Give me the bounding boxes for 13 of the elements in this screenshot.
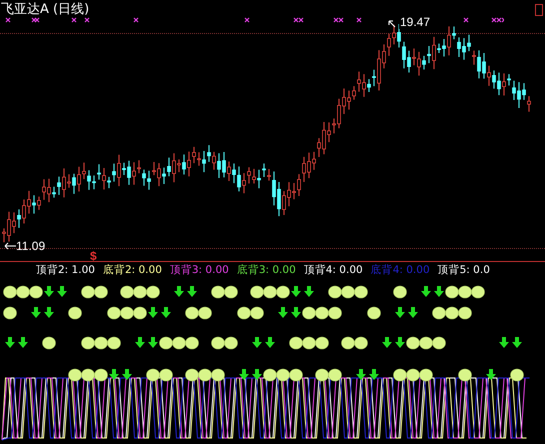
low-price-label: 11.09 — [16, 238, 46, 255]
indicator-value: 顶背3: 0.00 — [170, 263, 229, 278]
indicator-value: 底背4: 0.00 — [370, 263, 430, 278]
indicator-value: 底背3: 0.00 — [236, 263, 296, 278]
signal-mark: $ — [90, 248, 97, 265]
indicator-value: 顶背4: 0.00 — [304, 263, 363, 278]
arrow-icon — [388, 20, 396, 28]
indicator-value: 顶背5: 0.0 — [438, 263, 490, 278]
indicator-value: 顶背2: 1.00 — [36, 263, 95, 278]
indicator-value: 底背2: 0.00 — [102, 263, 162, 278]
arrow-icon — [4, 242, 16, 250]
high-price-label: 19.47 — [399, 15, 432, 29]
chart-title: 飞亚达A (日线) — [1, 1, 90, 19]
